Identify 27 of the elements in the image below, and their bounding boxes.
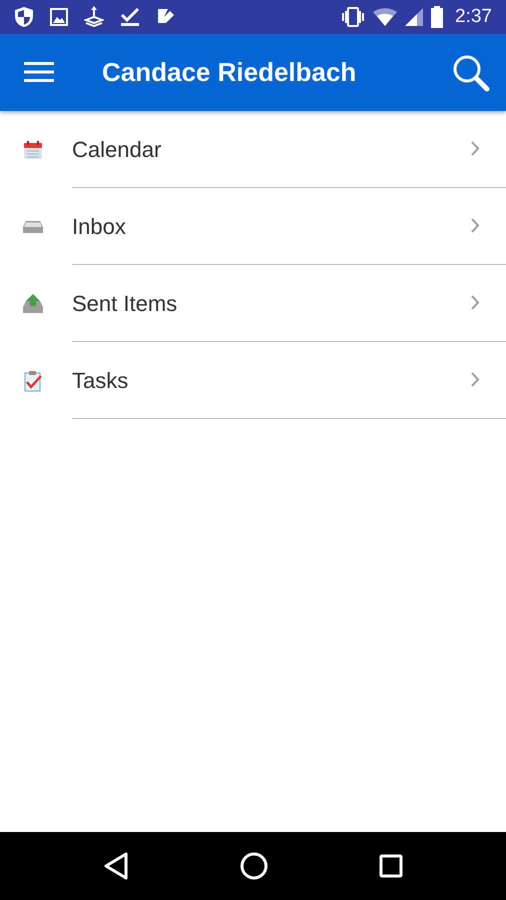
inbox-tray-icon — [22, 220, 44, 234]
battery-icon — [431, 6, 444, 28]
chevron-icon — [471, 141, 480, 156]
search-icon[interactable] — [452, 54, 490, 92]
vibrate-icon — [341, 7, 366, 27]
home-icon[interactable] — [240, 852, 268, 880]
folder-item[interactable]: Inbox — [72, 210, 126, 242]
chevron-icon — [471, 295, 480, 310]
clock: 2:37 — [455, 4, 492, 29]
shield-icon — [14, 6, 34, 28]
folder-item[interactable]: Tasks — [72, 364, 128, 396]
back-icon[interactable] — [103, 852, 130, 880]
app-title: Candace Riedelbach — [102, 56, 356, 89]
wifi-icon — [373, 8, 398, 26]
upload-icon — [84, 6, 104, 28]
folder-item[interactable]: Calendar — [72, 132, 162, 166]
chevron-icon — [471, 372, 480, 388]
recents-icon[interactable] — [378, 854, 403, 878]
check-icon — [120, 7, 140, 27]
signal-icon — [405, 8, 424, 26]
outbox-tray-icon — [22, 294, 44, 314]
chevron-icon — [471, 218, 480, 234]
folder-item[interactable]: Sent Items — [72, 286, 178, 320]
calendar-icon — [23, 140, 43, 160]
clipboard-check-icon — [24, 370, 42, 392]
image-icon — [50, 8, 68, 26]
menu-icon[interactable] — [24, 60, 54, 84]
